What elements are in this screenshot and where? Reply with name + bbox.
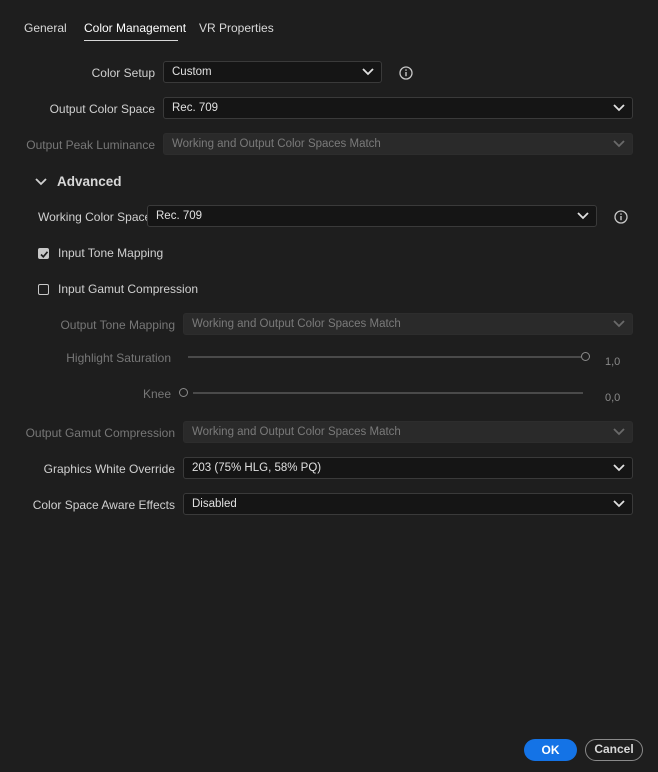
color-space-aware-effects-value: Disabled xyxy=(192,498,237,510)
checkmark-icon xyxy=(40,251,49,259)
knee-value: 0,0 xyxy=(605,392,621,404)
highlight-saturation-value: 1,0 xyxy=(605,356,621,368)
highlight-saturation-label: Highlight Saturation xyxy=(66,351,171,365)
output-tone-mapping-dropdown: Working and Output Color Spaces Match xyxy=(183,313,633,335)
color-space-aware-effects-label: Color Space Aware Effects xyxy=(32,498,175,512)
output-peak-luminance-label: Output Peak Luminance xyxy=(26,138,155,152)
output-peak-luminance-dropdown: Working and Output Color Spaces Match xyxy=(163,133,633,155)
active-tab-indicator xyxy=(84,40,178,41)
input-gamut-compression-label: Input Gamut Compression xyxy=(58,282,199,296)
output-tone-mapping-value: Working and Output Color Spaces Match xyxy=(192,318,401,330)
color-space-aware-effects-dropdown[interactable]: Disabled xyxy=(183,493,633,515)
color-setup-dropdown[interactable]: Custom xyxy=(163,61,382,83)
chevron-down-icon[interactable] xyxy=(35,178,47,186)
chevron-down-icon xyxy=(577,212,589,220)
output-gamut-compression-dropdown: Working and Output Color Spaces Match xyxy=(183,421,633,443)
cancel-button[interactable]: Cancel xyxy=(585,739,643,761)
color-setup-value: Custom xyxy=(172,66,212,78)
output-color-space-value: Rec. 709 xyxy=(172,102,219,114)
working-color-space-value: Rec. 709 xyxy=(156,210,203,222)
graphics-white-override-value: 203 (75% HLG, 58% PQ) xyxy=(192,462,322,474)
advanced-section-title[interactable]: Advanced xyxy=(57,174,122,189)
input-gamut-compression-checkbox[interactable] xyxy=(38,284,49,295)
graphics-white-override-dropdown[interactable]: 203 (75% HLG, 58% PQ) xyxy=(183,457,633,479)
output-color-space-label: Output Color Space xyxy=(49,102,155,116)
output-tone-mapping-label: Output Tone Mapping xyxy=(60,318,175,332)
chevron-down-icon xyxy=(613,140,625,148)
knee-label: Knee xyxy=(142,387,171,401)
tab-color-management[interactable]: Color Management xyxy=(84,21,186,35)
output-gamut-compression-label: Output Gamut Compression xyxy=(25,426,175,440)
info-icon[interactable] xyxy=(399,66,413,80)
color-setup-label: Color Setup xyxy=(91,66,155,80)
output-gamut-compression-value: Working and Output Color Spaces Match xyxy=(192,426,401,438)
chevron-down-icon xyxy=(613,104,625,112)
chevron-down-icon xyxy=(613,428,625,436)
graphics-white-override-label: Graphics White Override xyxy=(43,462,175,476)
chevron-down-icon xyxy=(613,464,625,472)
chevron-down-icon xyxy=(613,500,625,508)
input-tone-mapping-label: Input Tone Mapping xyxy=(58,246,164,260)
output-color-space-dropdown[interactable]: Rec. 709 xyxy=(163,97,633,119)
ok-button[interactable]: OK xyxy=(524,739,577,761)
working-color-space-dropdown[interactable]: Rec. 709 xyxy=(147,205,597,227)
tab-vr-properties[interactable]: VR Properties xyxy=(199,21,274,35)
input-tone-mapping-checkbox[interactable] xyxy=(38,248,49,259)
highlight-saturation-thumb xyxy=(581,352,590,361)
knee-track xyxy=(193,392,583,394)
output-peak-luminance-value: Working and Output Color Spaces Match xyxy=(172,138,381,150)
tab-general[interactable]: General xyxy=(24,21,67,35)
knee-thumb xyxy=(179,388,188,397)
chevron-down-icon xyxy=(362,68,374,76)
working-color-space-label: Working Color Space xyxy=(38,210,152,224)
highlight-saturation-track xyxy=(188,356,581,358)
info-icon[interactable] xyxy=(614,210,628,224)
chevron-down-icon xyxy=(613,320,625,328)
